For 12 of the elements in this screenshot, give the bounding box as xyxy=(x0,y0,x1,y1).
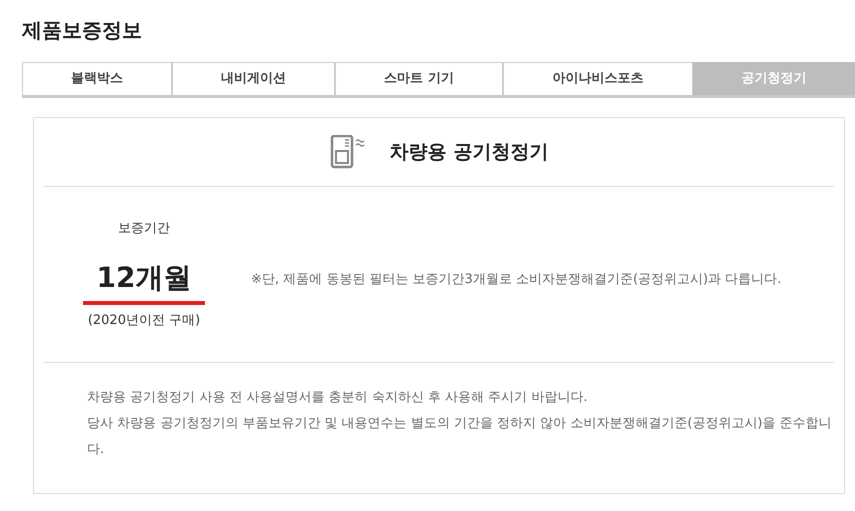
notice-text: 당사 차량용 공기청정기의 부품보유기간 및 내용연수는 별도의 기간을 정하지 않아 소비자분쟁해결기준(공정위고시)을 준수합니다. xyxy=(87,415,833,459)
tab[interactable]: 스마트 기기 xyxy=(335,62,503,95)
tab[interactable]: 블랙박스 xyxy=(22,62,172,95)
warranty-label: 보증기간 xyxy=(118,220,170,238)
product-title: 차량용 공기청정기 xyxy=(390,140,548,164)
tab[interactable]: 아이나비스포츠 xyxy=(503,62,693,95)
tab[interactable]: 내비게이션 xyxy=(172,62,335,95)
warranty-period: 12개월 xyxy=(83,248,205,304)
page-title: 제품보증정보 xyxy=(22,18,143,42)
purchase-condition: (2020년이전 구매) xyxy=(88,312,200,330)
notice-text: 차량용 공기청정기 사용 전 사용설명서를 충분히 숙지하신 후 사용해 주시기 바랍니다. xyxy=(87,389,588,407)
filter-note: ※단, 제품에 동봉된 필터는 보증기간3개월로 소비자분쟁해결기준(공정위고시)과 다릅니다. xyxy=(251,270,782,289)
